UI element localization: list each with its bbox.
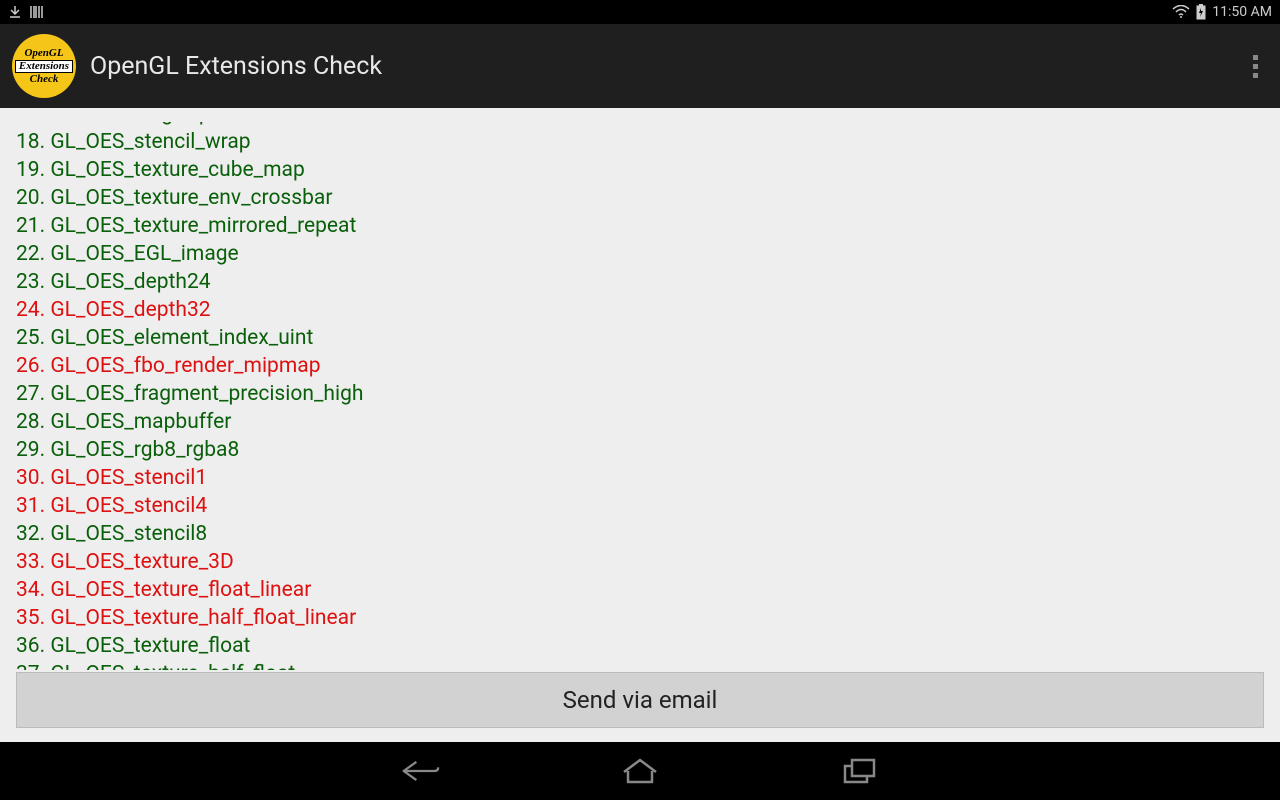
status-bar: 11:50 AM — [0, 0, 1280, 24]
home-button[interactable] — [620, 756, 660, 786]
extension-row: 27. GL_OES_fragment_precision_high — [16, 380, 1264, 408]
download-icon — [8, 5, 22, 19]
extension-row: 26. GL_OES_fbo_render_mipmap — [16, 352, 1264, 380]
extensions-list[interactable]: 17. GL_OES_single_precision18. GL_OES_st… — [16, 122, 1264, 670]
extension-row: 36. GL_OES_texture_float — [16, 632, 1264, 660]
extension-row: 19. GL_OES_texture_cube_map — [16, 156, 1264, 184]
extension-row: 28. GL_OES_mapbuffer — [16, 408, 1264, 436]
extension-row: 21. GL_OES_texture_mirrored_repeat — [16, 212, 1264, 240]
overflow-menu-button[interactable] — [1243, 43, 1268, 90]
extension-row: 24. GL_OES_depth32 — [16, 296, 1264, 324]
extension-row: 18. GL_OES_stencil_wrap — [16, 128, 1264, 156]
action-bar: OpenGL Extensions Check OpenGL Extension… — [0, 24, 1280, 108]
extension-row: 22. GL_OES_EGL_image — [16, 240, 1264, 268]
extension-row: 37. GL_OES_texture_half_float — [16, 660, 1264, 670]
recent-apps-button[interactable] — [840, 756, 880, 786]
app-icon: OpenGL Extensions Check — [12, 34, 76, 98]
extension-row: 29. GL_OES_rgb8_rgba8 — [16, 436, 1264, 464]
extension-row: 35. GL_OES_texture_half_float_linear — [16, 604, 1264, 632]
wifi-icon — [1172, 5, 1190, 19]
app-title: OpenGL Extensions Check — [90, 52, 382, 81]
extension-row: 32. GL_OES_stencil8 — [16, 520, 1264, 548]
extension-row: 30. GL_OES_stencil1 — [16, 464, 1264, 492]
barcode-icon — [30, 5, 44, 19]
battery-icon — [1196, 4, 1206, 20]
extension-row: 25. GL_OES_element_index_uint — [16, 324, 1264, 352]
extension-row: 33. GL_OES_texture_3D — [16, 548, 1264, 576]
back-button[interactable] — [400, 756, 440, 786]
status-time: 11:50 AM — [1212, 4, 1272, 20]
extension-row: 20. GL_OES_texture_env_crossbar — [16, 184, 1264, 212]
navigation-bar — [0, 742, 1280, 800]
extension-row: 34. GL_OES_texture_float_linear — [16, 576, 1264, 604]
extension-row: 23. GL_OES_depth24 — [16, 268, 1264, 296]
send-email-button[interactable]: Send via email — [16, 672, 1264, 728]
extension-row: 31. GL_OES_stencil4 — [16, 492, 1264, 520]
content-area: 17. GL_OES_single_precision18. GL_OES_st… — [0, 108, 1280, 742]
